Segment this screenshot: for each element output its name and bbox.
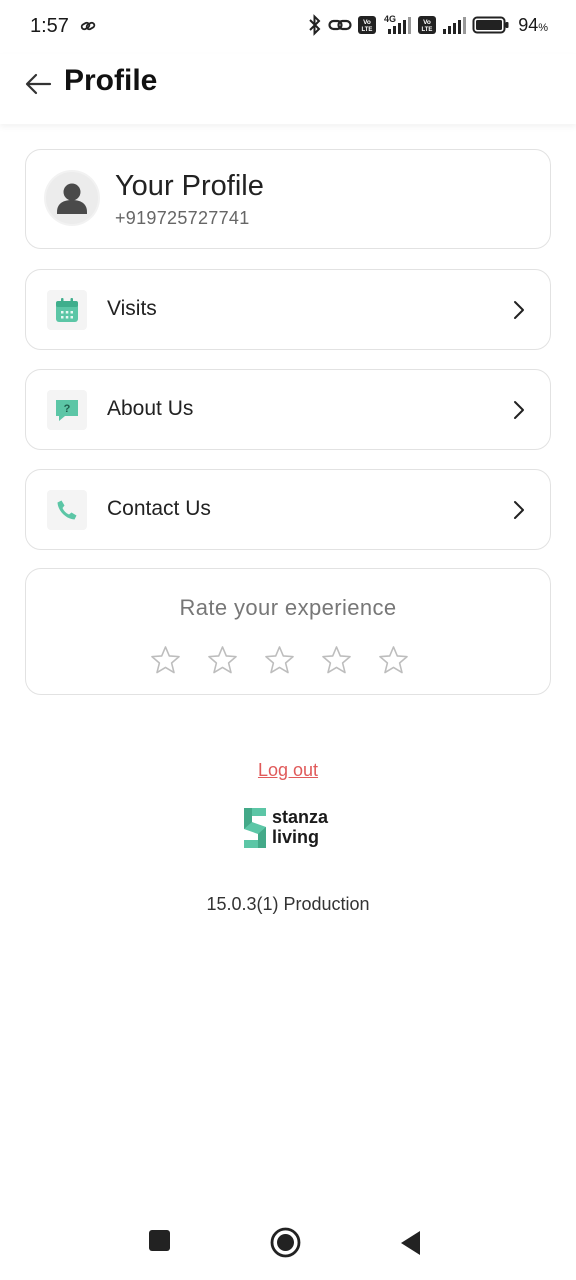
system-nav-bar [0,1210,576,1280]
svg-text:LTE: LTE [362,27,373,33]
brand-mark-icon [244,808,266,848]
chevron-right-icon [514,301,524,319]
page-title: Profile [64,64,158,97]
home-button-icon[interactable] [270,1227,301,1258]
status-icons: Vo LTE 4G Vo LTE 94% [308,14,548,36]
chevron-right-icon [514,501,524,519]
svg-text:?: ? [64,403,71,415]
app-header: Profile [0,54,576,124]
profile-card[interactable]: Your Profile +919725727741 [25,149,551,249]
signal-icon [443,17,467,34]
recents-button-icon[interactable] [148,1228,172,1252]
star-icon[interactable] [378,645,409,675]
back-arrow-icon[interactable] [24,70,52,98]
chevron-right-icon [514,401,524,419]
profile-phone: +919725727741 [115,208,250,228]
volte-icon: Vo LTE [418,16,437,34]
svg-text:Vo: Vo [423,19,431,26]
svg-text:Vo: Vo [363,19,371,26]
star-icon[interactable] [321,645,352,675]
brand-text: stanza living [272,807,328,847]
stanza-living-logo: stanza living [242,805,342,853]
status-bar: 1:57 Vo LTE 4G Vo LTE 94% [0,0,576,54]
battery-icon [472,16,509,34]
star-icon[interactable] [264,645,295,675]
calendar-icon [47,290,87,330]
hotspot-icon [328,19,352,31]
menu-label: Contact Us [107,497,211,520]
brand-line-1: stanza [272,807,329,827]
profile-title: Your Profile [115,170,264,202]
logout-link[interactable]: Log out [258,760,318,780]
menu-item-about-us[interactable]: ? About Us [25,369,551,450]
logout-row: Log out [0,760,576,781]
app-version: 15.0.3(1) Production [206,894,370,914]
user-avatar-icon [46,172,98,224]
battery-percent: 94% [518,14,548,35]
question-chat-icon: ? [47,390,87,430]
svg-text:4G: 4G [384,14,396,24]
status-time: 1:57 [30,15,69,37]
menu-label: Visits [107,297,157,320]
rating-title: Rate your experience [179,595,397,620]
menu-item-visits[interactable]: Visits [25,269,551,350]
menu-label: About Us [107,397,194,420]
star-icon[interactable] [150,645,181,675]
phone-icon [47,490,87,530]
back-button-icon[interactable] [399,1230,423,1256]
menu-item-contact-us[interactable]: Contact Us [25,469,551,550]
star-icon[interactable] [207,645,238,675]
brand-line-2: living [272,827,320,847]
bluetooth-icon [309,14,321,36]
signal-4g-icon: 4G [384,14,412,34]
volte-icon: Vo LTE [358,16,377,34]
rating-card: Rate your experience [25,568,551,695]
link-icon [80,21,96,31]
star-rating [150,645,409,675]
svg-text:LTE: LTE [422,27,433,33]
